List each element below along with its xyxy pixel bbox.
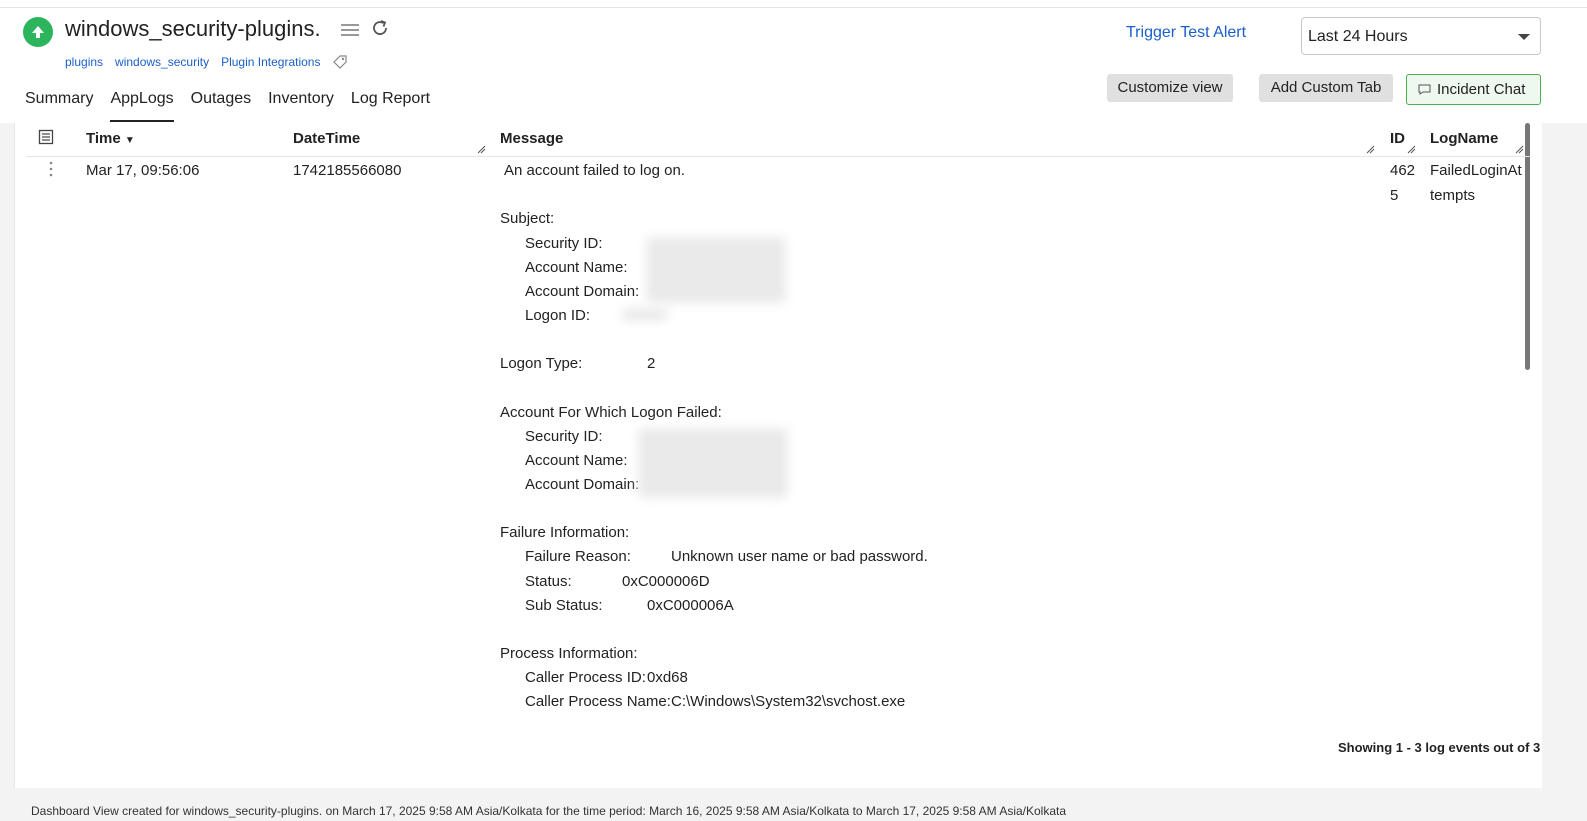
tab-inventory[interactable]: Inventory — [268, 90, 334, 122]
message-subject-account-domain: Account Domain: — [525, 283, 640, 300]
message-failed-heading: Account For Which Logon Failed: — [500, 404, 722, 421]
chat-icon — [1418, 84, 1431, 95]
message-failed-account-name: Account Name: — [525, 452, 628, 469]
tab-outages[interactable]: Outages — [191, 90, 251, 122]
column-header-datetime[interactable]: DateTime — [293, 130, 360, 147]
time-range-value: Last 24 Hours — [1308, 28, 1408, 45]
column-header-id[interactable]: ID — [1390, 130, 1405, 147]
row-id-line2: 5 — [1390, 187, 1399, 204]
add-custom-tab-button[interactable]: Add Custom Tab — [1259, 74, 1393, 102]
resize-handle-icon[interactable] — [1407, 145, 1416, 154]
message-sub-status-label: Sub Status: — [525, 597, 603, 614]
top-border — [0, 0, 1587, 8]
resize-handle-icon[interactable] — [1366, 145, 1375, 154]
resize-handle-icon[interactable] — [477, 145, 486, 154]
message-failure-reason-label: Failure Reason: — [525, 548, 631, 565]
column-header-time[interactable]: Time ▼ — [86, 130, 135, 147]
tag-windows-security[interactable]: windows_security — [115, 55, 209, 69]
column-header-message[interactable]: Message — [500, 130, 563, 147]
trigger-test-alert-link[interactable]: Trigger Test Alert — [1126, 24, 1246, 42]
tab-applogs[interactable]: AppLogs — [110, 90, 174, 122]
incident-chat-button[interactable]: Incident Chat — [1406, 74, 1541, 105]
message-caller-pid-value: 0xd68 — [647, 669, 688, 686]
redacted-value — [622, 308, 668, 321]
tab-bar: Summary AppLogs Outages Inventory Log Re… — [25, 90, 447, 122]
message-subject-account-name: Account Name: — [525, 259, 628, 276]
column-header-logname[interactable]: LogName — [1430, 130, 1498, 147]
tag-plugins[interactable]: plugins — [65, 55, 103, 69]
resize-handle-icon[interactable] — [1515, 145, 1524, 154]
message-status-value: 0xC000006D — [622, 573, 710, 590]
message-process-heading: Process Information: — [500, 645, 638, 662]
message-summary: An account failed to log on. — [504, 162, 685, 179]
redacted-value — [638, 428, 788, 498]
monitor-header: windows_security-plugins. plugins window… — [0, 8, 1587, 123]
customize-view-button[interactable]: Customize view — [1107, 74, 1233, 102]
message-caller-pid-label: Caller Process ID: — [525, 669, 646, 686]
message-failed-security-id: Security ID: — [525, 428, 603, 445]
column-header-time-label: Time — [86, 130, 121, 147]
tab-log-report[interactable]: Log Report — [351, 90, 430, 122]
status-up-icon — [23, 17, 53, 47]
message-failure-heading: Failure Information: — [500, 524, 630, 541]
row-actions-icon[interactable] — [49, 161, 53, 177]
row-time: Mar 17, 09:56:06 — [86, 162, 200, 179]
message-status-label: Status: — [525, 573, 572, 590]
time-range-select[interactable]: Last 24 Hours — [1301, 17, 1541, 55]
incident-chat-label: Incident Chat — [1437, 81, 1526, 98]
header-divider — [26, 156, 1530, 157]
refresh-icon[interactable] — [370, 18, 390, 38]
message-logon-type-label: Logon Type: — [500, 355, 583, 372]
column-chooser-icon[interactable] — [38, 129, 54, 145]
message-caller-name-label: Caller Process Name: — [525, 693, 671, 710]
message-subject-security-id: Security ID: — [525, 235, 603, 252]
message-logon-type-value: 2 — [647, 355, 656, 372]
pagination-summary: Showing 1 - 3 log events out of 3 — [1338, 740, 1541, 755]
row-logname-line2: tempts — [1430, 187, 1476, 204]
row-id-line1: 462 — [1390, 162, 1416, 179]
add-tag-icon[interactable] — [332, 55, 348, 69]
dashboard-footer-text: Dashboard View created for windows_secur… — [31, 804, 1067, 818]
message-caller-name-value: C:\Windows\System32\svchost.exe — [671, 693, 906, 710]
sort-desc-icon: ▼ — [124, 135, 135, 146]
vertical-scrollbar[interactable] — [1525, 123, 1530, 370]
tab-summary[interactable]: Summary — [25, 90, 93, 122]
redacted-value — [646, 237, 786, 303]
message-sub-status-value: 0xC000006A — [647, 597, 734, 614]
row-logname-line1: FailedLoginAt — [1430, 162, 1522, 179]
monitor-name: windows_security-plugins. — [65, 16, 321, 41]
message-subject-heading: Subject: — [500, 210, 555, 227]
hamburger-menu-icon[interactable] — [340, 21, 360, 39]
chevron-down-icon — [1518, 34, 1530, 40]
tag-plugin-integrations[interactable]: Plugin Integrations — [221, 55, 320, 69]
message-failure-reason-value: Unknown user name or bad password. — [671, 548, 928, 565]
message-subject-logon-id: Logon ID: — [525, 307, 591, 324]
tag-list: plugins windows_security Plugin Integrat… — [65, 55, 348, 69]
message-failed-account-domain: Account Domain: — [525, 476, 640, 493]
row-datetime: 1742185566080 — [293, 162, 402, 179]
